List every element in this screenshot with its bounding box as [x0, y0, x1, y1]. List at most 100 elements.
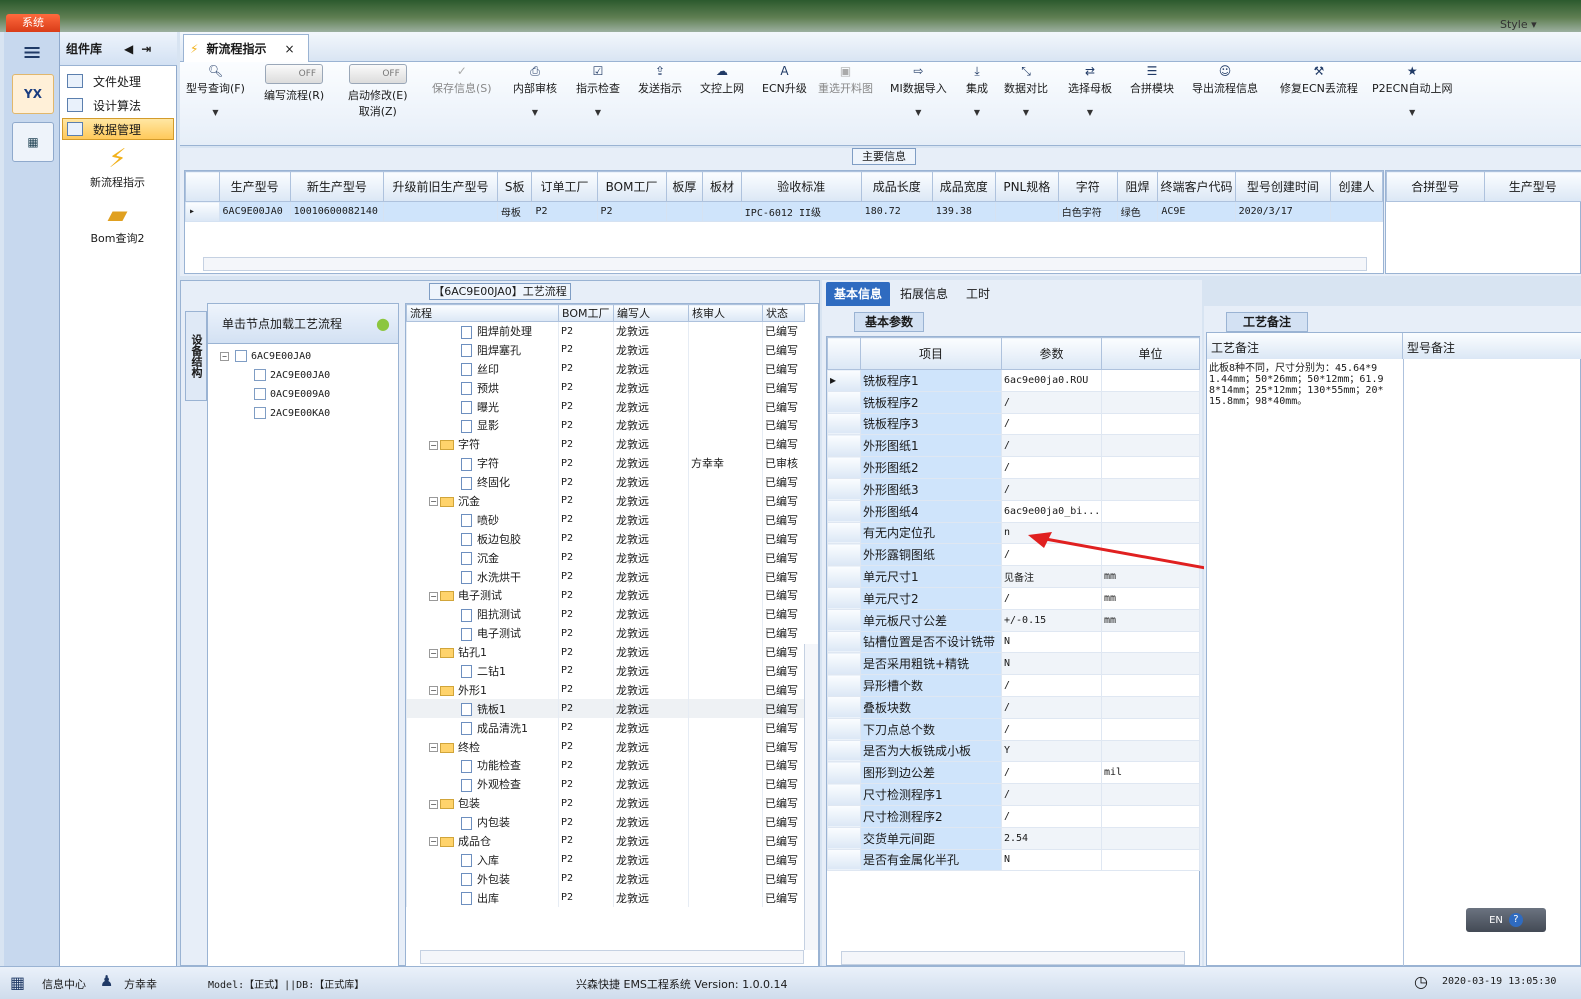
column-header[interactable]: 状态 [762, 304, 805, 322]
param-row[interactable]: 外形图纸1/ [827, 434, 1200, 458]
writer-cell[interactable]: 龙敦远 [613, 642, 689, 662]
list-item[interactable]: − 钻孔1 P2 龙敦远 已编写 [406, 642, 805, 662]
process-name-cell[interactable]: 铣板1 [406, 699, 559, 719]
bom-factory-cell[interactable]: P2 [558, 718, 614, 738]
param-value[interactable]: / [1001, 695, 1102, 719]
list-item[interactable]: 水洗烘干 P2 龙敦远 已编写 [406, 567, 805, 586]
save-info-button[interactable]: ✓ 保存信息(S) [432, 64, 492, 96]
process-name-cell[interactable]: 喷砂 [406, 510, 559, 530]
column-header[interactable]: 核审人 [688, 304, 763, 322]
list-item[interactable]: 外包装 P2 龙敦远 已编写 [406, 869, 805, 889]
tree-node[interactable]: 2AC9E00KA0 [254, 407, 330, 419]
column-header[interactable]: 型号创建时间 [1234, 171, 1332, 202]
tree-node[interactable]: 0AC9E009A0 [254, 388, 330, 400]
row-header[interactable] [827, 783, 861, 806]
collapse-icon[interactable]: − [429, 837, 438, 847]
status-cell[interactable]: 已编写 [762, 642, 805, 662]
collapse-icon[interactable]: − [429, 799, 438, 809]
writer-cell[interactable]: 龙敦远 [613, 472, 689, 492]
component-item-data[interactable]: 数据管理 [62, 118, 174, 140]
param-value[interactable]: / [1001, 390, 1102, 414]
table-cell[interactable]: 白色字符 [1057, 201, 1118, 222]
writer-cell[interactable]: 龙敦远 [613, 340, 689, 360]
table-cell[interactable]: 母板 [496, 201, 533, 222]
process-name-cell[interactable]: 外观检查 [406, 774, 559, 794]
param-row[interactable]: 是否为大板铣成小板 Y [827, 739, 1200, 763]
tab-extended-info[interactable]: 拓展信息 [892, 282, 956, 306]
reviewer-cell[interactable] [688, 623, 763, 643]
writer-cell[interactable]: 龙敦远 [613, 755, 689, 775]
bom-factory-cell[interactable]: P2 [558, 699, 614, 719]
horizontal-scrollbar[interactable] [203, 257, 1367, 271]
collapse-icon[interactable]: − [220, 351, 229, 361]
param-row[interactable]: 叠板块数 / [827, 695, 1200, 719]
table-cell[interactable] [994, 201, 1059, 222]
tab-new-flow[interactable]: ⚡ 新流程指示 × [183, 34, 309, 62]
param-value[interactable]: / [1001, 456, 1102, 479]
reviewer-cell[interactable] [688, 755, 763, 775]
reviewer-cell[interactable] [688, 661, 763, 681]
cancel-label[interactable]: 取消(Z) [359, 103, 397, 119]
table-cell[interactable]: 2020/3/17 [1234, 201, 1332, 222]
param-row[interactable]: 异形槽个数 / [827, 674, 1200, 697]
column-header[interactable]: 项目 [860, 337, 1002, 370]
doc-control-online-button[interactable]: ☁ 文控上网 [700, 64, 744, 96]
status-cell[interactable]: 已编写 [762, 378, 805, 398]
column-header[interactable]: 板厚 [665, 171, 704, 202]
bom-factory-cell[interactable]: P2 [558, 397, 614, 416]
list-item[interactable]: 预烘 P2 龙敦远 已编写 [406, 378, 805, 398]
component-item-algorithm[interactable]: 设计算法 [62, 94, 174, 116]
status-cell[interactable]: 已编写 [762, 680, 805, 700]
param-row[interactable]: 外形图纸3/ [827, 477, 1200, 501]
writer-cell[interactable]: 龙敦远 [613, 321, 689, 341]
reviewer-cell[interactable] [688, 378, 763, 398]
row-header[interactable] [827, 717, 861, 741]
status-cell[interactable]: 已编写 [762, 415, 805, 435]
process-name-cell[interactable]: 阻焊塞孔 [406, 340, 559, 360]
writer-cell[interactable]: 龙敦远 [613, 604, 689, 624]
edit-flow-toggle[interactable]: OFF 编写流程(R) [264, 64, 324, 103]
ecn-upgrade-button[interactable]: A ECN升级 [762, 64, 807, 96]
param-value[interactable]: 6ac9e00ja0_bi... [1001, 499, 1102, 523]
reviewer-cell[interactable] [688, 510, 763, 530]
param-row[interactable]: 图形到边公差 / mil [827, 761, 1200, 785]
equipment-structure-tab[interactable]: 设备结构 [185, 311, 207, 401]
grid-icon[interactable]: ▦ [10, 973, 25, 992]
bom-factory-cell[interactable]: P2 [558, 321, 614, 341]
param-value[interactable]: 6ac9e00ja0.ROU [1001, 369, 1102, 392]
reviewer-cell[interactable] [688, 812, 763, 832]
writer-cell[interactable]: 龙敦远 [613, 548, 689, 568]
vertical-scrollbar[interactable] [804, 644, 818, 950]
writer-cell[interactable]: 龙敦远 [613, 812, 689, 832]
process-name-cell[interactable]: 内包装 [406, 812, 559, 832]
bom-factory-cell[interactable]: P2 [558, 472, 614, 492]
list-item[interactable]: 丝印 P2 龙敦远 已编写 [406, 359, 805, 379]
bom-factory-cell[interactable]: P2 [558, 415, 614, 435]
process-name-cell[interactable]: 终固化 [406, 472, 559, 492]
reviewer-cell[interactable] [688, 321, 763, 341]
process-name-cell[interactable]: 显影 [406, 415, 559, 435]
process-name-cell[interactable]: 字符 [406, 453, 559, 473]
list-item[interactable]: − 沉金 P2 龙敦远 已编写 [406, 491, 805, 511]
list-item[interactable]: 板边包胶 P2 龙敦远 已编写 [406, 529, 805, 549]
row-header[interactable] [827, 412, 861, 436]
bom-factory-cell[interactable]: P2 [558, 340, 614, 360]
collapse-icon[interactable]: − [429, 743, 438, 753]
column-header[interactable]: 新生产型号 [289, 171, 385, 202]
status-cell[interactable]: 已编写 [762, 718, 805, 738]
status-cell[interactable]: 已编写 [762, 699, 805, 719]
writer-cell[interactable]: 龙敦远 [613, 680, 689, 700]
status-cell[interactable]: 已编写 [762, 850, 805, 870]
process-name-cell[interactable]: − 外形1 [406, 680, 559, 700]
tree-node-root[interactable]: − 6AC9E00JA0 [220, 350, 311, 362]
off-toggle[interactable]: OFF [265, 64, 324, 84]
list-item[interactable]: − 字符 P2 龙敦远 已编写 [406, 434, 805, 454]
bom-factory-cell[interactable]: P2 [558, 378, 614, 398]
row-header[interactable] [827, 739, 861, 763]
nav-tile-yx[interactable]: YX [12, 74, 54, 114]
chevron-down-icon[interactable]: ▼ [1409, 108, 1415, 117]
param-row[interactable]: 是否有金属化半孔 N [827, 848, 1200, 872]
param-row[interactable]: 外形图纸4 6ac9e00ja0_bi... [827, 499, 1200, 523]
process-name-cell[interactable]: − 包装 [406, 793, 559, 813]
process-name-cell[interactable]: 曝光 [406, 397, 559, 416]
